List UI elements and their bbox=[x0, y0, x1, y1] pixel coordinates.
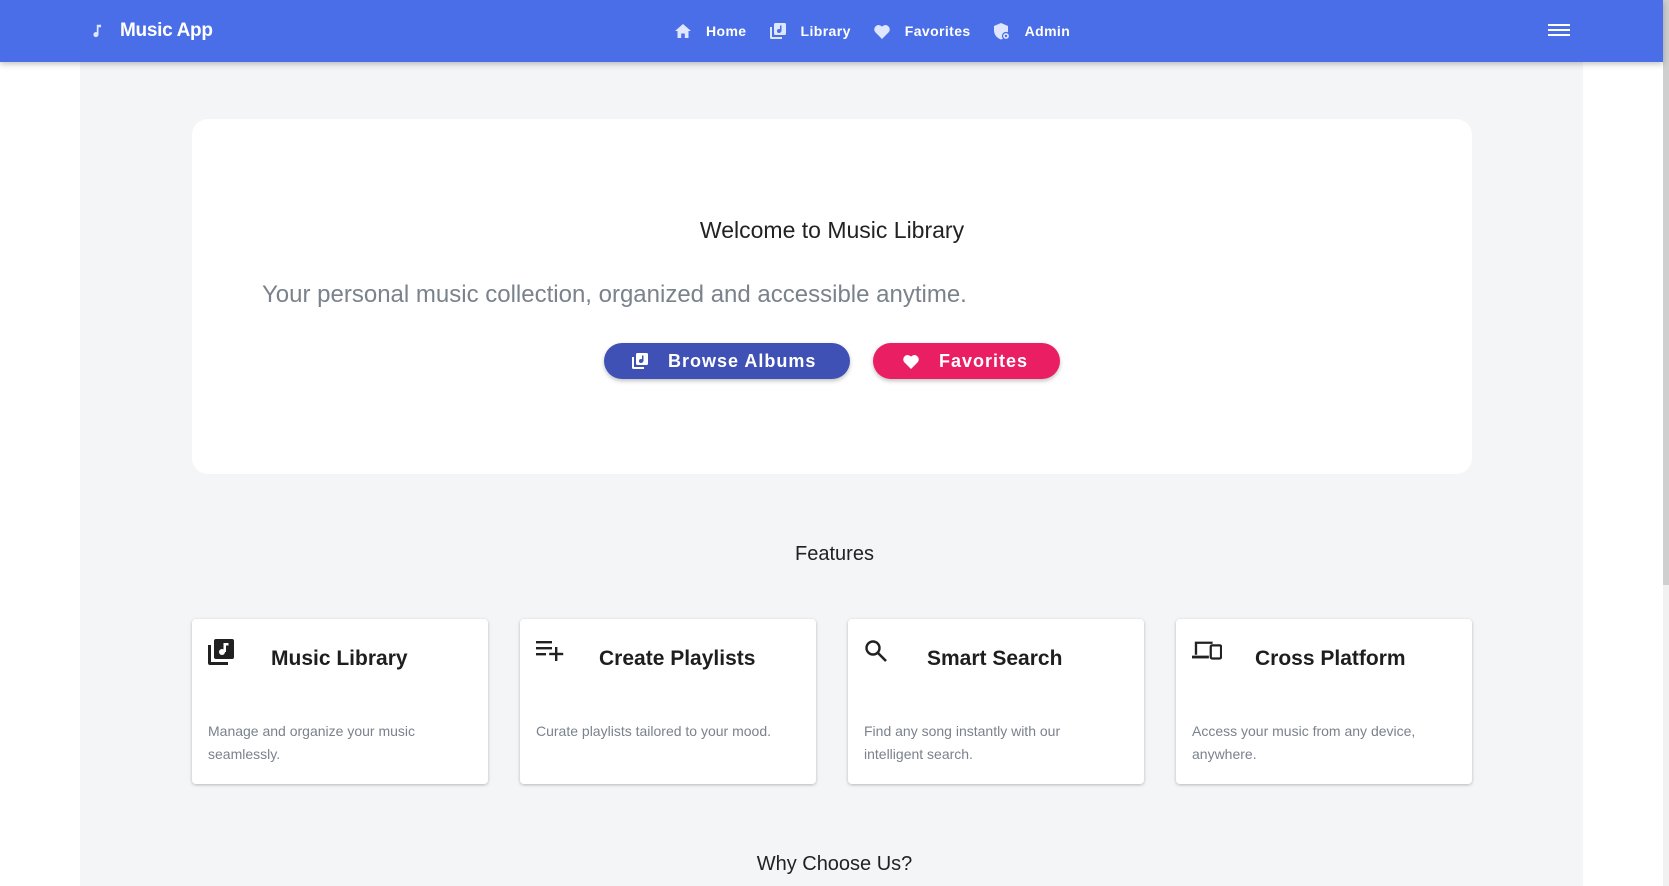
nav-item-favorites[interactable]: Favorites bbox=[873, 22, 971, 40]
feature-card-smart-search: Smart Search Find any song instantly wit… bbox=[848, 619, 1144, 784]
feature-title: Smart Search bbox=[927, 647, 1063, 670]
nav-links: Home Library Favorites Admin bbox=[674, 0, 1092, 62]
devices-icon bbox=[1192, 639, 1222, 669]
top-navbar: Music App Home Library Favorites Admin bbox=[0, 0, 1663, 62]
favorites-button[interactable]: Favorites bbox=[873, 343, 1060, 379]
feature-card-cross-platform: Cross Platform Access your music from an… bbox=[1176, 619, 1472, 784]
feature-card-music-library: Music Library Manage and organize your m… bbox=[192, 619, 488, 784]
library-music-icon bbox=[208, 639, 238, 669]
feature-description: Find any song instantly with our intelli… bbox=[864, 723, 1061, 762]
heart-icon bbox=[901, 351, 921, 371]
hero-card: Welcome to Music Library Your personal m… bbox=[192, 119, 1472, 474]
page-scrollbar[interactable] bbox=[1663, 0, 1669, 886]
features-heading: Features bbox=[795, 543, 874, 565]
brand-title: Music App bbox=[120, 20, 213, 41]
browse-albums-button[interactable]: Browse Albums bbox=[604, 343, 850, 379]
nav-item-library[interactable]: Library bbox=[769, 22, 851, 40]
music-note-icon bbox=[88, 22, 106, 40]
scrollbar-thumb[interactable] bbox=[1663, 0, 1669, 585]
playlist-add-icon bbox=[536, 639, 566, 669]
heart-icon bbox=[873, 22, 891, 40]
why-choose-us-heading: Why Choose Us? bbox=[756, 853, 913, 875]
nav-item-library-label: Library bbox=[800, 23, 851, 39]
hero-title: Welcome to Music Library bbox=[699, 217, 965, 243]
feature-title: Music Library bbox=[271, 647, 408, 670]
library-music-icon bbox=[630, 351, 650, 371]
nav-item-favorites-label: Favorites bbox=[904, 23, 971, 39]
search-icon bbox=[864, 639, 894, 669]
home-icon bbox=[674, 22, 692, 40]
feature-card-create-playlists: Create Playlists Curate playlists tailor… bbox=[520, 619, 816, 784]
favorites-button-label: Favorites bbox=[939, 350, 1029, 371]
nav-item-admin-label: Admin bbox=[1024, 23, 1071, 39]
library-music-icon bbox=[769, 22, 787, 40]
feature-description: Manage and organize your music seamlessl… bbox=[208, 723, 416, 762]
feature-description: Curate playlists tailored to your mood. bbox=[536, 723, 771, 739]
hamburger-menu-icon[interactable] bbox=[1548, 21, 1570, 41]
feature-title: Cross Platform bbox=[1255, 647, 1406, 670]
feature-description: Access your music from any device, anywh… bbox=[1192, 723, 1416, 762]
browse-albums-label: Browse Albums bbox=[668, 350, 817, 371]
nav-item-admin[interactable]: Admin bbox=[993, 22, 1071, 40]
nav-item-home-label: Home bbox=[706, 23, 747, 39]
feature-title: Create Playlists bbox=[599, 647, 756, 670]
brand[interactable]: Music App bbox=[88, 0, 213, 62]
nav-item-home[interactable]: Home bbox=[674, 22, 747, 40]
hero-subtitle: Your personal music collection, organize… bbox=[262, 281, 967, 308]
admin-shield-icon bbox=[993, 22, 1011, 40]
